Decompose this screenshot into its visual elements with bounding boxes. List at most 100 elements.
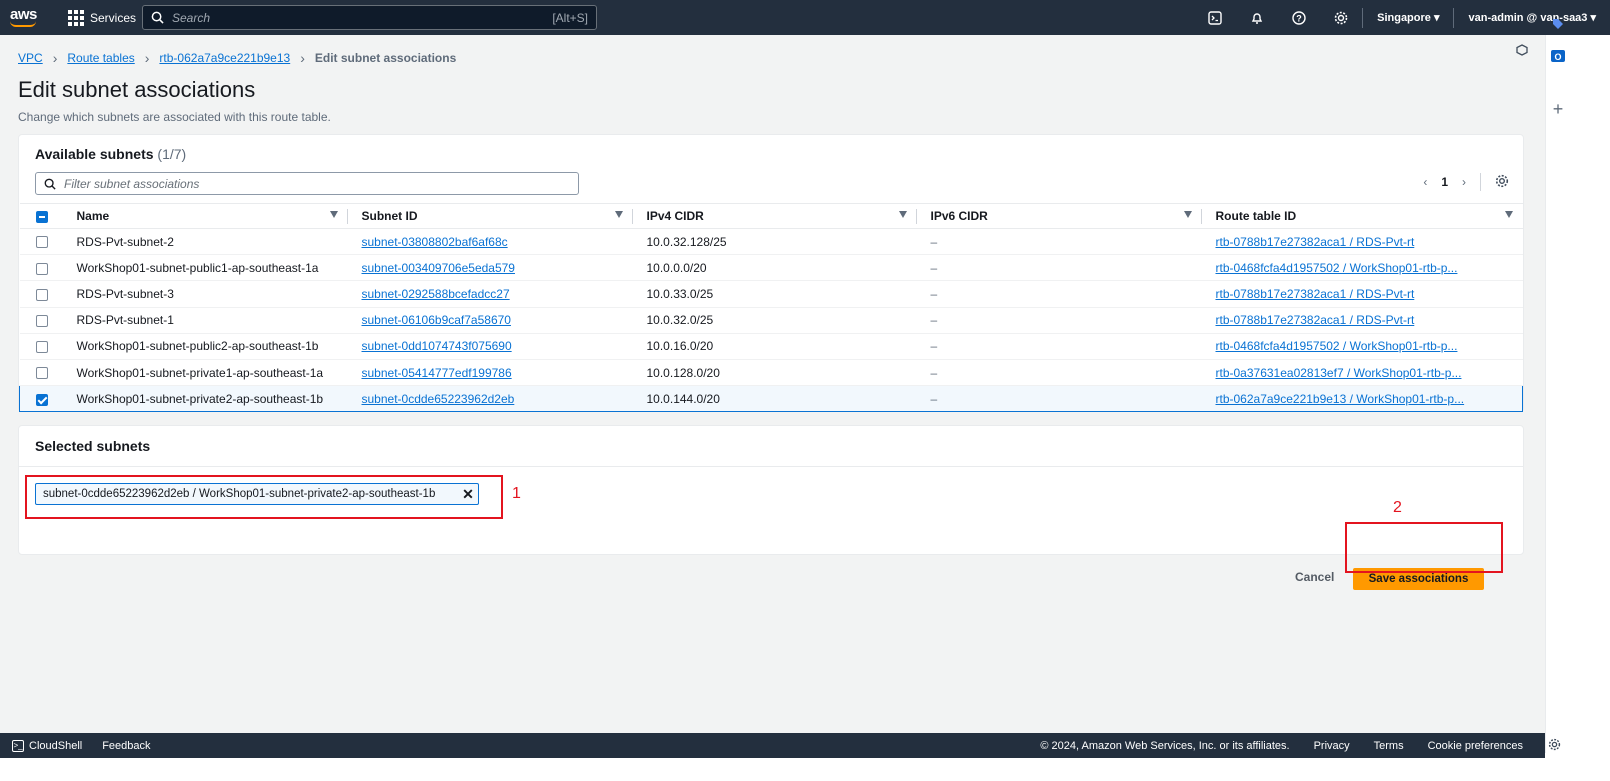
previous-page-icon[interactable]: ‹ (1423, 175, 1427, 189)
grid-icon (68, 9, 84, 26)
breadcrumb-vpc[interactable]: VPC (18, 51, 43, 65)
column-header-subnet-id[interactable]: Subnet ID (347, 203, 633, 229)
filter-input[interactable]: Filter subnet associations (35, 172, 579, 195)
ipv4-cidr: 10.0.0.0/20 (632, 254, 917, 282)
page-description: Change which subnets are associated with… (18, 110, 331, 124)
ipv6-cidr: – (916, 307, 1202, 334)
table-header-row: Name Subnet ID IPv4 CIDR IPv6 CIDR Route… (19, 203, 1523, 229)
annotation-box-2 (1345, 522, 1503, 573)
sort-caret-icon (898, 211, 907, 218)
ipv4-cidr: 10.0.32.128/25 (632, 228, 917, 256)
annotation-number-1: 1 (512, 485, 521, 502)
subnet-id-link[interactable]: subnet-0dd1074743f075690 (362, 339, 512, 353)
selected-subnets-heading: Selected subnets (35, 438, 151, 454)
page-number[interactable]: 1 (1441, 175, 1448, 189)
chevron-right-icon: › (300, 50, 305, 66)
help-icon[interactable]: ? (1278, 0, 1320, 35)
table-row[interactable]: RDS-Pvt-subnet-1 subnet-06106b9caf7a5867… (19, 307, 1523, 334)
feedback-link[interactable]: Feedback (102, 740, 150, 752)
notifications-bell-icon[interactable] (1236, 0, 1278, 35)
subnet-id-link[interactable]: subnet-06106b9caf7a58670 (362, 313, 511, 327)
breadcrumb: VPC › Route tables › rtb-062a7a9ce221b9e… (18, 50, 456, 66)
table-preferences-gear-icon[interactable] (1495, 174, 1509, 191)
row-checkbox[interactable] (35, 367, 48, 380)
row-checkbox[interactable] (36, 393, 48, 406)
cloudshell-icon[interactable] (1194, 0, 1236, 35)
column-header-ipv6-cidr[interactable]: IPv6 CIDR (916, 203, 1202, 229)
annotation-box-1 (25, 475, 503, 519)
svg-text:?: ? (1296, 13, 1302, 23)
pagination: ‹ 1 › (1423, 173, 1509, 191)
route-table-link[interactable]: rtb-0788b17e27382aca1 / RDS-Pvt-rt (1216, 313, 1415, 327)
subnet-id-link[interactable]: subnet-03808802baf6af68c (362, 235, 508, 249)
region-selector[interactable]: Singapore ▾ (1363, 11, 1453, 24)
column-header-route-table-id[interactable]: Route table ID (1201, 203, 1523, 229)
next-page-icon[interactable]: › (1462, 175, 1466, 189)
ipv4-cidr: 10.0.32.0/25 (632, 307, 917, 334)
subnet-name: WorkShop01-subnet-public1-ap-southeast-1… (62, 254, 348, 282)
breadcrumb-current: Edit subnet associations (314, 51, 457, 65)
column-header-ipv4-cidr[interactable]: IPv4 CIDR (632, 203, 917, 229)
terms-link[interactable]: Terms (1374, 740, 1404, 752)
services-menu-button[interactable]: Services (68, 9, 136, 26)
add-icon[interactable]: + (1548, 99, 1568, 119)
subnets-table: Name Subnet ID IPv4 CIDR IPv6 CIDR Route… (19, 203, 1523, 413)
subnet-id-link[interactable]: subnet-05414777edf199786 (362, 366, 512, 380)
table-row[interactable]: WorkShop01-subnet-public2-ap-southeast-1… (19, 333, 1523, 360)
row-checkbox[interactable] (35, 236, 48, 249)
subnet-name: RDS-Pvt-subnet-3 (62, 280, 348, 308)
tag-icon[interactable] (1548, 14, 1568, 34)
select-all-header (19, 203, 63, 229)
route-table-link[interactable]: rtb-0788b17e27382aca1 / RDS-Pvt-rt (1216, 235, 1415, 249)
ipv6-cidr: – (916, 359, 1202, 387)
table-row[interactable]: WorkShop01-subnet-private1-ap-southeast-… (19, 359, 1523, 387)
panel-toggle-icon[interactable] (1512, 40, 1532, 60)
route-table-link[interactable]: rtb-0468fcfa4d1957502 / WorkShop01-rtb-p… (1216, 339, 1458, 353)
table-row[interactable]: WorkShop01-subnet-public1-ap-southeast-1… (19, 254, 1523, 282)
ipv4-cidr: 10.0.144.0/20 (632, 385, 917, 413)
row-checkbox[interactable] (35, 262, 48, 275)
ipv4-cidr: 10.0.128.0/20 (632, 359, 917, 387)
account-menu[interactable]: van-admin @ van-saa3 ▾ (1454, 11, 1610, 24)
ipv6-cidr: – (916, 385, 1202, 413)
row-checkbox[interactable] (35, 341, 48, 354)
subnet-id-link[interactable]: subnet-0292588bcefadcc27 (362, 287, 510, 301)
table-row[interactable]: RDS-Pvt-subnet-2 subnet-03808802baf6af68… (19, 228, 1523, 256)
page-title: Edit subnet associations (18, 77, 256, 102)
available-subnets-heading: Available subnets (1/7) (35, 146, 187, 162)
main-content: VPC › Route tables › rtb-062a7a9ce221b9e… (0, 35, 1545, 753)
ipv6-cidr: – (916, 228, 1202, 256)
table-row[interactable]: RDS-Pvt-subnet-3 subnet-0292588bcefadcc2… (19, 280, 1523, 308)
cloudshell-button[interactable]: >_ CloudShell (0, 739, 82, 752)
ipv4-cidr: 10.0.16.0/20 (632, 333, 917, 360)
ipv6-cidr: – (916, 333, 1202, 360)
chevron-right-icon: › (144, 50, 150, 66)
aws-logo[interactable]: aws (10, 3, 54, 33)
privacy-link[interactable]: Privacy (1314, 740, 1350, 752)
route-table-link[interactable]: rtb-0788b17e27382aca1 / RDS-Pvt-rt (1216, 287, 1415, 301)
footer: >_ CloudShell Feedback © 2024, Amazon We… (0, 733, 1545, 758)
subnet-name: WorkShop01-subnet-public2-ap-southeast-1… (62, 333, 348, 360)
sort-caret-icon (1183, 211, 1192, 218)
settings-gear-icon[interactable] (1320, 0, 1362, 35)
column-header-name[interactable]: Name (62, 203, 348, 229)
route-table-link[interactable]: rtb-0468fcfa4d1957502 / WorkShop01-rtb-p… (1216, 261, 1458, 275)
breadcrumb-route-table-id[interactable]: rtb-062a7a9ce221b9e13 (159, 51, 290, 65)
route-table-link[interactable]: rtb-062a7a9ce221b9e13 / WorkShop01-rtb-p… (1216, 392, 1465, 406)
table-row-selected[interactable]: WorkShop01-subnet-private2-ap-southeast-… (19, 385, 1523, 413)
outlook-icon[interactable]: O (1548, 46, 1568, 66)
cancel-button[interactable]: Cancel (1295, 570, 1334, 584)
row-checkbox[interactable] (35, 314, 48, 327)
row-checkbox[interactable] (35, 288, 48, 301)
top-navigation: aws Services Search [Alt+S] ? Singapore … (0, 0, 1610, 35)
cookie-preferences-link[interactable]: Cookie preferences (1428, 740, 1523, 752)
route-table-link[interactable]: rtb-0a37631ea02813ef7 / WorkShop01-rtb-p… (1216, 366, 1462, 380)
search-icon (44, 178, 56, 190)
breadcrumb-route-tables[interactable]: Route tables (67, 51, 134, 65)
global-search-input[interactable]: Search [Alt+S] (142, 5, 597, 30)
select-all-checkbox[interactable] (35, 210, 48, 223)
subnet-id-link[interactable]: subnet-003409706e5eda579 (362, 261, 515, 275)
available-subnets-panel: Available subnets (1/7) Filter subnet as… (18, 134, 1524, 413)
subnet-id-link[interactable]: subnet-0cdde65223962d2eb (362, 392, 515, 406)
settings-gear-icon[interactable] (1544, 734, 1564, 754)
